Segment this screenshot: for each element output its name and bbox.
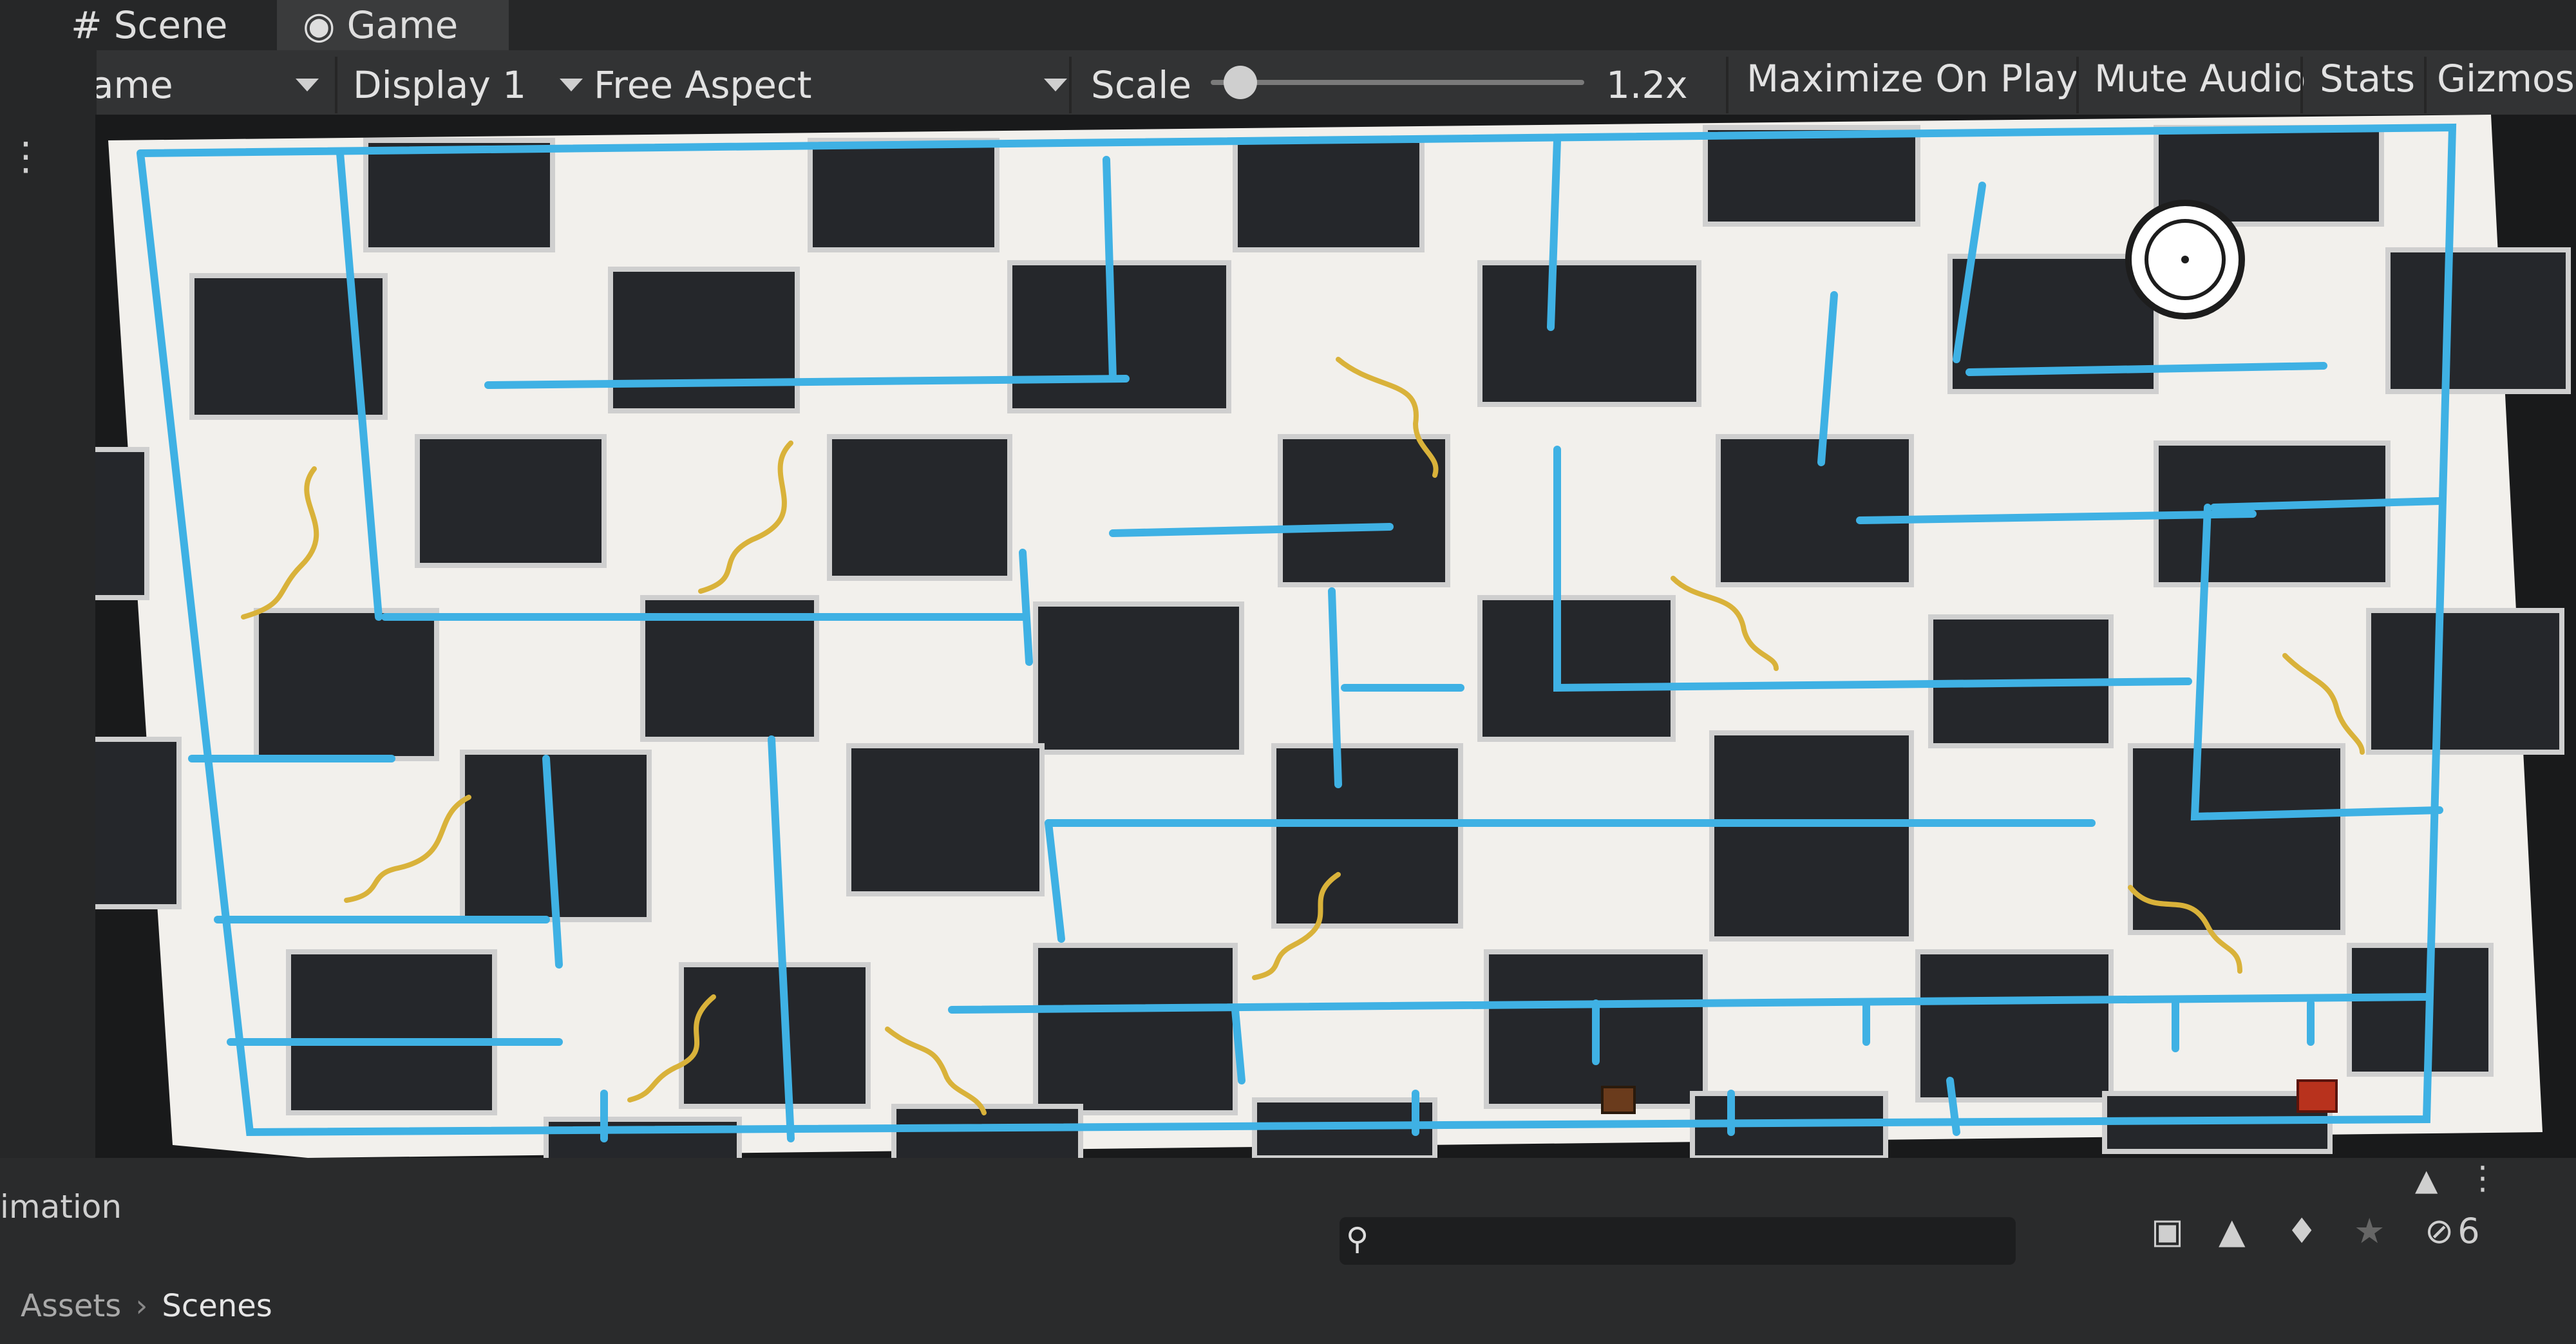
tab-game[interactable]: ◉ Game xyxy=(277,0,509,50)
hidden-count: 6 xyxy=(2458,1211,2480,1251)
type-filter-icon[interactable]: ▲ xyxy=(2219,1211,2246,1251)
block xyxy=(827,434,1012,581)
scale-slider[interactable] xyxy=(1211,80,1584,85)
left-panel-edge: ⋮ xyxy=(0,50,97,1158)
scale-value: 1.2x xyxy=(1606,63,1688,107)
block xyxy=(808,138,999,252)
scale-label: Scale xyxy=(1091,63,1192,107)
grid-icon: # xyxy=(71,3,102,47)
gizmos-toggle[interactable]: Gizmos xyxy=(2437,44,2575,113)
block xyxy=(1007,260,1231,413)
block xyxy=(415,434,607,568)
toolbar-divider xyxy=(1069,57,1072,113)
block xyxy=(1477,595,1676,742)
player-ring xyxy=(2125,200,2245,319)
game-view-panel[interactable] xyxy=(95,115,2576,1158)
tab-scene[interactable]: # Scene xyxy=(45,0,258,50)
kebab-menu-icon[interactable]: ⋮ xyxy=(6,134,45,179)
breadcrumb: Assets › Scenes xyxy=(21,1288,272,1324)
toolbar-divider xyxy=(2424,57,2427,113)
block xyxy=(95,737,182,909)
stats-toggle[interactable]: Stats xyxy=(2320,44,2415,113)
toolbar-divider xyxy=(2300,57,2303,113)
block xyxy=(846,743,1045,896)
chevron-right-icon: › xyxy=(135,1288,148,1324)
block xyxy=(1477,260,1701,407)
display-select[interactable]: Display 1 xyxy=(353,50,583,120)
filter-icon[interactable]: ▣ xyxy=(2151,1211,2184,1251)
block xyxy=(2385,247,2571,394)
breadcrumb-assets[interactable]: Assets xyxy=(21,1288,121,1324)
chevron-down-icon xyxy=(1043,79,1067,91)
toolbar-divider xyxy=(335,57,337,113)
red-crate xyxy=(2297,1079,2338,1113)
block xyxy=(544,1117,742,1158)
lock-icon[interactable]: ▲ xyxy=(2415,1162,2438,1197)
bottom-panel xyxy=(0,1158,2576,1344)
block xyxy=(1915,949,2114,1103)
search-icon: ⚲ xyxy=(1346,1221,1369,1257)
eye-slash-icon: ⊘ xyxy=(2425,1211,2454,1251)
chevron-down-icon xyxy=(295,79,319,91)
display-select-label: Display 1 xyxy=(353,63,527,107)
block xyxy=(1278,434,1450,587)
block xyxy=(2366,608,2564,755)
block xyxy=(1033,943,1238,1115)
toolbar-divider xyxy=(1726,57,1728,113)
breadcrumb-scenes[interactable]: Scenes xyxy=(162,1288,272,1324)
block xyxy=(1716,434,1914,587)
block xyxy=(254,608,439,761)
block xyxy=(608,267,800,413)
block xyxy=(1233,138,1425,252)
maximize-on-play-toggle[interactable]: Maximize On Play xyxy=(1747,44,2078,113)
treasure-chest xyxy=(1601,1086,1636,1114)
mute-audio-toggle[interactable]: Mute Audio xyxy=(2094,44,2306,113)
gamepad-icon: ◉ xyxy=(303,3,336,47)
game-view-toolbar: Game Display 1 Free Aspect Scale 1.2x Ma… xyxy=(0,50,2576,122)
view-select[interactable]: Game xyxy=(62,50,319,120)
tab-scene-label: Scene xyxy=(113,3,228,47)
label-tag-icon[interactable]: ♦ xyxy=(2286,1211,2317,1251)
game-render[interactable] xyxy=(95,115,2576,1158)
chevron-down-icon xyxy=(560,79,583,91)
tab-game-label: Game xyxy=(346,3,459,47)
block xyxy=(2347,943,2494,1077)
block xyxy=(891,1104,1083,1158)
aspect-select-label: Free Aspect xyxy=(594,63,812,107)
kebab-menu-icon[interactable]: ⋮ xyxy=(2467,1159,2499,1197)
toolbar-divider xyxy=(2076,57,2079,113)
block xyxy=(1271,743,1463,929)
block xyxy=(679,962,871,1109)
star-icon[interactable]: ★ xyxy=(2354,1211,2385,1251)
hidden-packages-toggle[interactable]: ⊘ 6 xyxy=(2425,1211,2480,1251)
editor-tab-strip: # Scene ◉ Game xyxy=(0,0,2576,50)
animation-tab-label[interactable]: imation xyxy=(0,1188,122,1226)
block xyxy=(1709,730,1914,942)
block xyxy=(95,447,149,600)
scale-slider-handle[interactable] xyxy=(1224,66,1258,99)
block xyxy=(286,949,497,1115)
block xyxy=(363,138,555,252)
aspect-select[interactable]: Free Aspect xyxy=(594,50,1067,120)
project-search-input[interactable] xyxy=(1340,1217,2016,1265)
block xyxy=(1033,601,1244,755)
block xyxy=(1703,125,1920,227)
